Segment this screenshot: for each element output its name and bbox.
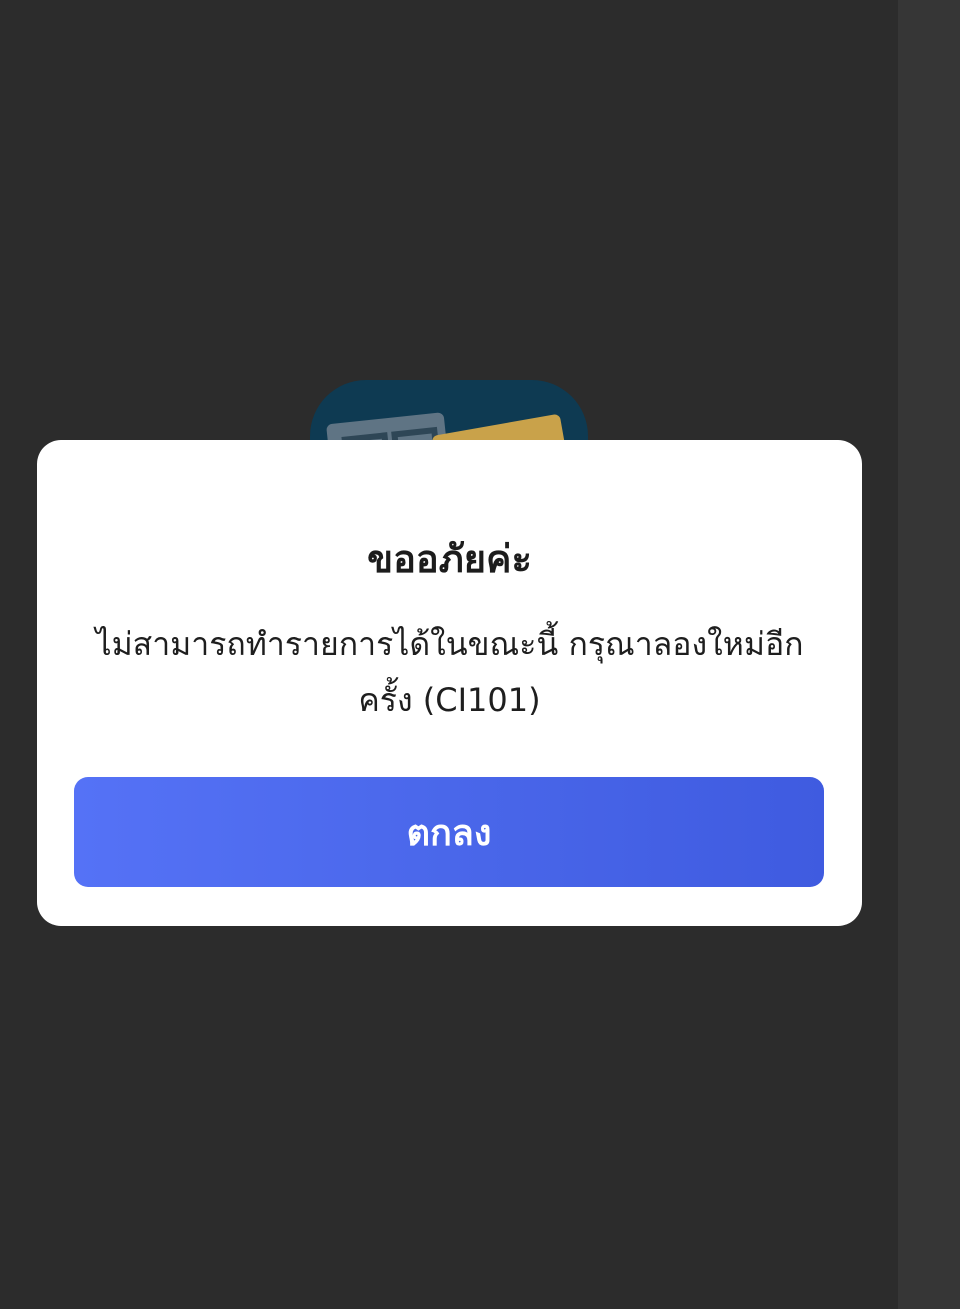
ok-button[interactable]: ตกลง — [74, 777, 824, 887]
side-strip — [898, 0, 960, 1309]
error-dialog: ขออภัยค่ะ ไม่สามารถทำรายการได้ในขณะนี้ ก… — [37, 440, 862, 926]
dialog-message: ไม่สามารถทำรายการได้ในขณะนี้ กรุณาลองใหม… — [95, 625, 804, 719]
dialog-title: ขออภัยค่ะ — [367, 537, 532, 581]
